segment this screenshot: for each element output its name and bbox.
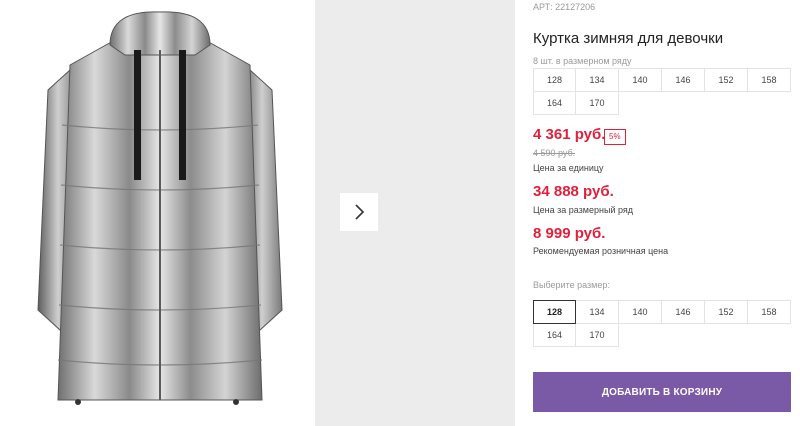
- size-option-134[interactable]: 134: [575, 300, 619, 324]
- retail-price-label: Рекомендуемая розничная цена: [533, 246, 669, 256]
- pack-size-cell: 140: [618, 68, 662, 92]
- size-option-146[interactable]: 146: [661, 300, 705, 324]
- size-selector: 128 134 140 146 152 158 164 170: [533, 300, 791, 347]
- pack-size-cell: 134: [575, 68, 619, 92]
- size-option-164[interactable]: 164: [533, 323, 576, 347]
- pack-size-cell: 170: [575, 91, 619, 115]
- pack-size-cell: 128: [533, 68, 576, 92]
- article-number: АРТ: 22127206: [533, 2, 596, 12]
- pack-size-cell: 152: [704, 68, 748, 92]
- size-option-152[interactable]: 152: [704, 300, 748, 324]
- pack-price: 34 888 руб.: [533, 183, 614, 200]
- size-option-128[interactable]: 128: [533, 300, 576, 324]
- chevron-right-icon: [355, 204, 365, 220]
- discount-badge: 5%: [604, 129, 626, 145]
- size-option-158[interactable]: 158: [747, 300, 791, 324]
- jacket-image: [37, 11, 283, 405]
- product-title: Куртка зимняя для девочки: [533, 30, 724, 47]
- pack-size-cell: 146: [661, 68, 705, 92]
- current-price: 4 361 руб.: [533, 126, 606, 143]
- pack-size-cell: 158: [747, 68, 791, 92]
- size-option-140[interactable]: 140: [618, 300, 662, 324]
- unit-price-label: Цена за единицу: [533, 163, 604, 173]
- product-image[interactable]: [0, 0, 315, 426]
- size-option-170[interactable]: 170: [575, 323, 619, 347]
- next-image-button[interactable]: [340, 193, 378, 231]
- add-to-cart-button[interactable]: ДОБАВИТЬ В КОРЗИНУ: [533, 372, 791, 412]
- pack-sizes-label: 8 шт. в размерном ряду: [533, 56, 632, 66]
- select-size-label: Выберите размер:: [533, 280, 610, 290]
- pack-size-cell: 164: [533, 91, 576, 115]
- pack-price-label: Цена за размерный ряд: [533, 205, 634, 215]
- retail-price: 8 999 руб.: [533, 225, 606, 242]
- old-price: 4 590 руб.: [533, 148, 576, 158]
- pack-size-grid: 128 134 140 146 152 158 164 170: [533, 68, 791, 115]
